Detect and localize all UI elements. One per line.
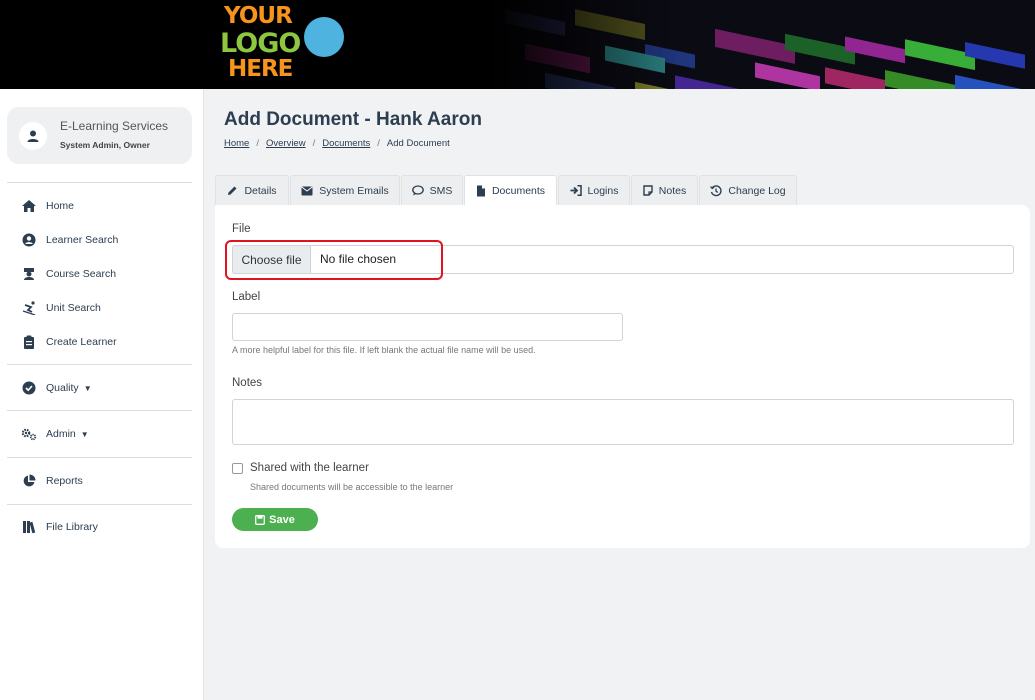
notes-label: Notes	[232, 377, 263, 389]
breadcrumb-overview-link[interactable]: Overview	[266, 138, 306, 149]
sidebar-divider	[7, 504, 192, 505]
envelope-icon	[301, 186, 313, 196]
sidebar-item-file-library[interactable]: File Library	[20, 517, 98, 537]
gears-icon	[20, 426, 38, 442]
logo-circle	[304, 17, 344, 57]
header-banner-graphic	[485, 0, 1035, 89]
tab-label: Logins	[587, 184, 619, 197]
company-logo[interactable]: YOUR LOGO HERE	[220, 4, 350, 84]
tab-details[interactable]: Details	[215, 175, 289, 205]
pencil-icon	[227, 185, 238, 196]
breadcrumb-home-link[interactable]: Home	[224, 138, 249, 149]
tab-change-log[interactable]: Change Log	[699, 175, 797, 205]
label-help-text: A more helpful label for this file. If l…	[232, 345, 536, 355]
shared-label[interactable]: Shared with the learner	[250, 462, 369, 474]
tab-label: SMS	[429, 184, 453, 197]
home-icon	[20, 198, 38, 214]
sidebar-item-label: Create Learner	[46, 336, 117, 348]
shared-checkbox[interactable]	[232, 463, 243, 474]
user-role: System Admin, Owner	[60, 140, 150, 150]
tab-label: System Emails	[319, 184, 389, 197]
comment-icon	[411, 185, 424, 196]
sidebar-item-label: Reports	[46, 475, 83, 487]
user-card[interactable]: E-Learning Services System Admin, Owner	[7, 107, 192, 164]
tab-system-emails[interactable]: System Emails	[290, 175, 400, 205]
tab-label: Change Log	[728, 184, 786, 197]
save-button[interactable]: Save	[232, 508, 318, 531]
breadcrumb-current: Add Document	[386, 138, 450, 149]
sidebar-item-label: Quality	[46, 382, 79, 394]
tab-logins[interactable]: Logins	[558, 175, 630, 205]
sidebar-divider	[7, 364, 192, 365]
sidebar-item-label: Admin	[46, 428, 76, 440]
history-icon	[710, 184, 723, 197]
tab-sms[interactable]: SMS	[401, 175, 463, 205]
notes-textarea[interactable]	[232, 399, 1014, 445]
chevron-down-icon: ▼	[80, 429, 89, 439]
save-button-label: Save	[269, 513, 295, 526]
sidebar-item-reports[interactable]: Reports	[20, 471, 83, 491]
sidebar-item-label: File Library	[46, 521, 98, 533]
sidebar-divider	[7, 182, 192, 183]
sidebar-item-label: Unit Search	[46, 302, 101, 314]
tab-notes[interactable]: Notes	[631, 175, 698, 205]
note-icon	[643, 185, 653, 196]
tab-documents[interactable]: Documents	[464, 175, 557, 206]
file-label: File	[232, 223, 251, 235]
app-header: YOUR LOGO HERE	[0, 0, 1035, 89]
sidebar: E-Learning Services System Admin, Owner …	[0, 89, 204, 700]
skiing-icon	[20, 300, 38, 316]
breadcrumb-documents-link[interactable]: Documents	[322, 138, 370, 149]
sidebar-item-course-search[interactable]: Course Search	[20, 264, 116, 284]
sidebar-divider	[7, 410, 192, 411]
sidebar-item-label: Home	[46, 200, 75, 212]
user-circle-icon	[20, 232, 38, 248]
page-title: Add Document - Hank Aaron	[224, 109, 482, 130]
sidebar-item-learner-search[interactable]: Learner Search	[20, 230, 118, 250]
logo-line-2: LOGO	[220, 28, 301, 59]
chevron-down-icon: ▼	[83, 383, 92, 393]
sidebar-item-create-learner[interactable]: Create Learner	[20, 332, 117, 352]
user-name: E-Learning Services	[60, 119, 169, 133]
clipboard-icon	[20, 334, 38, 350]
tab-label: Notes	[658, 184, 687, 197]
sidebar-item-quality[interactable]: Quality ▼	[20, 378, 92, 398]
shared-help-text: Shared documents will be accessible to t…	[250, 482, 454, 492]
sidebar-item-admin[interactable]: Admin ▼	[20, 424, 89, 444]
sidebar-divider	[7, 457, 192, 458]
highlight-annotation	[225, 240, 443, 280]
save-icon	[255, 514, 266, 525]
tab-label: Details	[244, 184, 277, 197]
user-avatar-icon	[19, 122, 47, 150]
sidebar-item-home[interactable]: Home	[20, 196, 74, 216]
label-field-label: Label	[232, 291, 261, 303]
sidebar-item-label: Learner Search	[46, 234, 119, 246]
breadcrumb: Home / Overview / Documents / Add Document	[224, 138, 450, 149]
logo-line-1: YOUR	[224, 3, 293, 29]
graduation-icon	[20, 266, 38, 282]
logo-line-3: HERE	[228, 56, 293, 82]
books-icon	[20, 519, 38, 535]
label-input[interactable]	[232, 313, 623, 341]
file-icon	[476, 185, 486, 197]
tab-label: Documents	[491, 185, 546, 197]
check-circle-icon	[20, 380, 38, 396]
sign-in-icon	[570, 185, 582, 196]
pie-chart-icon	[20, 473, 38, 489]
sidebar-item-unit-search[interactable]: Unit Search	[20, 298, 101, 318]
sidebar-item-label: Course Search	[46, 268, 117, 280]
